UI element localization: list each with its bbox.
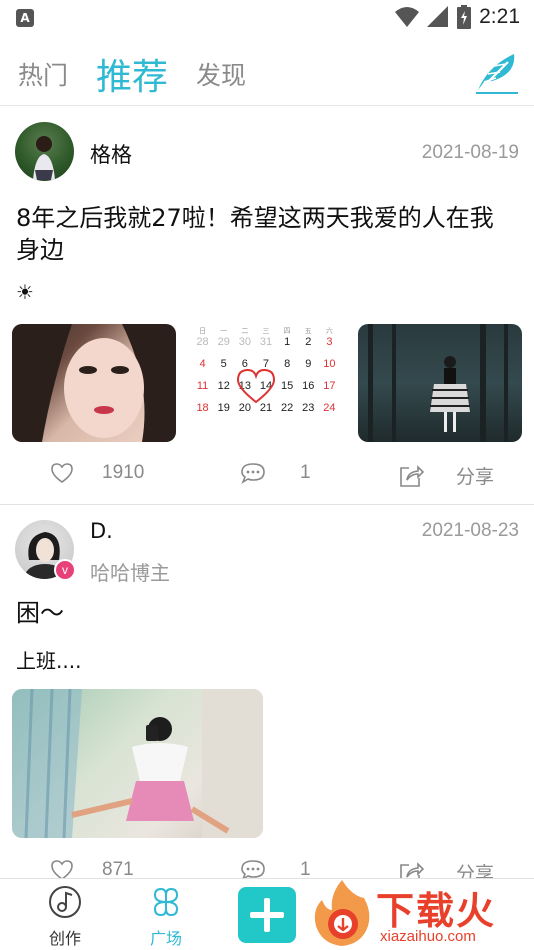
share-label: 分享 [456,467,495,488]
nav-square-label: 广场 [149,929,182,948]
post-card[interactable]: v D. 哈哈博主 2021-08-23 困～ 上班.... 871 1 分享 [0,505,534,885]
avatar[interactable] [15,122,74,181]
tab-hot[interactable]: 热门 [18,56,68,92]
like-count: 1910 [102,462,145,483]
share-button[interactable]: 分享 [398,462,494,489]
forest-photo [368,324,508,442]
heart-icon [236,368,276,404]
watermark-url: xiazaihuo.com [380,928,476,945]
calendar-image[interactable]: 日一二三四五六 28 29 30 31 1 2 3 4 5 6 7 8 9 10 11 12 13 14 15 16 17… [186,324,346,444]
avatar-photo [33,136,55,180]
music-disc-icon [49,886,81,918]
selfie-photo [12,324,176,442]
heart-outline-icon [51,463,73,483]
username[interactable]: D. [90,519,113,543]
comment-icon [241,463,265,484]
svg-text:v: v [62,563,68,577]
post-actions: 1910 1 分享 [0,462,534,506]
signal-icon [427,6,449,27]
post-image[interactable] [12,324,176,442]
wifi-icon [395,7,420,27]
nav-square[interactable]: 广场 [136,885,196,949]
nav-create-label: 创作 [48,929,81,948]
top-tabs: 热门 推荐 发现 [0,40,534,106]
post-subtext: 上班.... [16,649,82,673]
comment-count: 1 [300,462,311,483]
post-emoji: ☀ [16,280,34,304]
user-title: 哈哈博主 [90,561,170,585]
post-image[interactable] [12,689,263,838]
nav-create[interactable]: 创作 [35,885,95,949]
mirror-selfie-photo [12,689,263,838]
comment-button[interactable]: 1 [240,462,311,484]
watermark-title: 下载火 [376,889,497,933]
add-post-button[interactable] [238,887,296,943]
tab-recommended[interactable]: 推荐 [96,48,168,100]
status-bar: A 2:21 [0,0,534,36]
username[interactable]: 格格 [90,139,132,169]
post-image[interactable] [358,324,522,442]
watermark-logo: 下载火 xiazaihuo.com [312,876,534,950]
verified-badge-icon: v [54,559,76,581]
flame-logo-icon [314,880,370,946]
post-date: 2021-08-19 [421,142,519,163]
clock: 2:21 [479,5,520,28]
clover-icon [153,887,179,917]
post-card[interactable]: 格格 2021-08-19 8年之后我就27啦！希望这两天我爱的人在我身边 ☀ … [0,106,534,504]
feather-icon[interactable] [474,50,520,96]
post-date: 2021-08-23 [421,520,519,541]
like-button[interactable]: 1910 [50,462,144,484]
share-icon [400,464,424,487]
tab-discover[interactable]: 发现 [196,56,246,92]
post-text: 困～ [16,599,64,627]
app-indicator-icon: A [16,9,34,27]
post-text: 8年之后我就27啦！希望这两天我爱的人在我身边 [16,204,494,264]
battery-icon [457,5,472,29]
